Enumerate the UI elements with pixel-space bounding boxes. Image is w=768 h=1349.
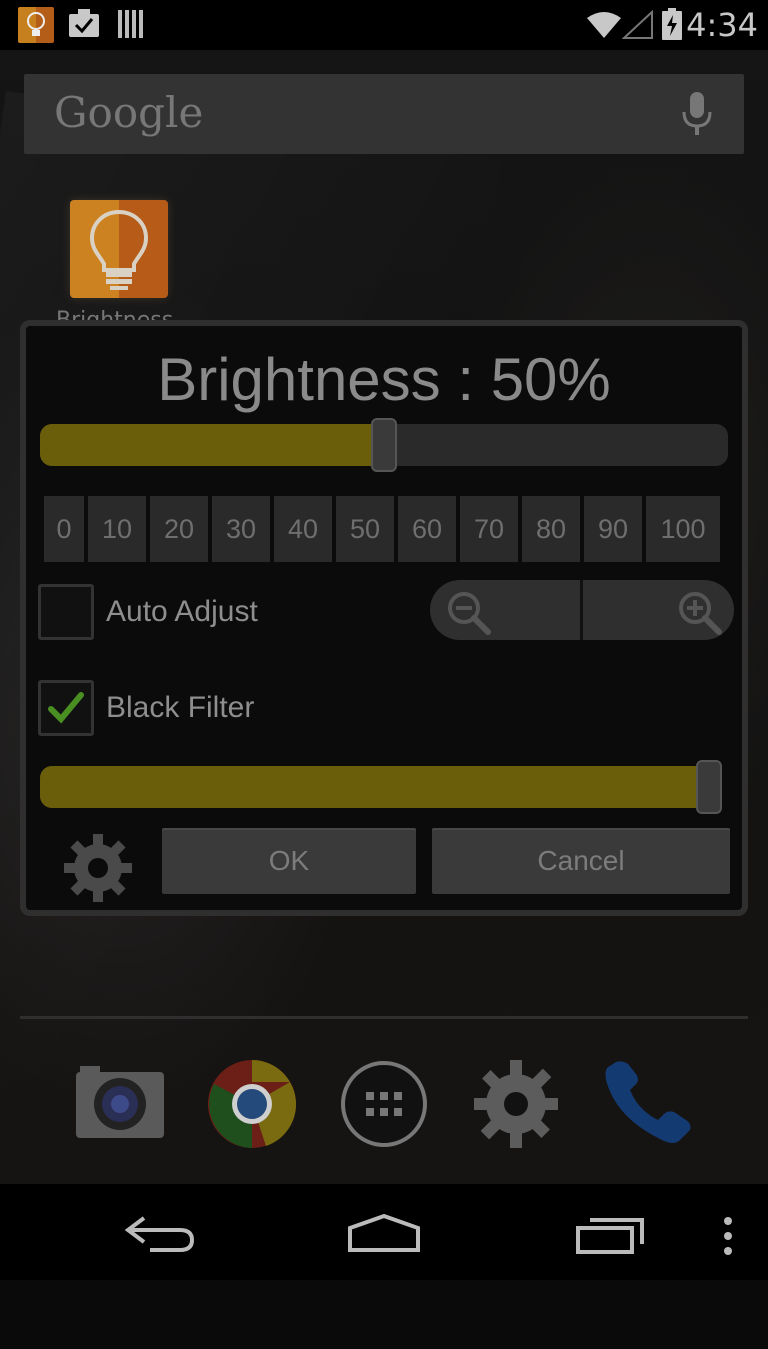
camera-icon[interactable] [74, 1064, 166, 1140]
navigation-bar [0, 1184, 768, 1280]
wifi-icon [587, 12, 621, 38]
mic-icon[interactable] [680, 92, 714, 136]
auto-adjust-label: Auto Adjust [106, 595, 258, 628]
barcode-icon [118, 10, 146, 38]
cancel-button[interactable]: Cancel [432, 828, 730, 894]
battery-charging-icon [662, 8, 682, 40]
quick-level-60-button[interactable]: 60 [398, 496, 456, 562]
chrome-icon[interactable] [206, 1058, 298, 1150]
status-time: 4:34 [686, 6, 758, 44]
brightness-slider-thumb[interactable] [371, 418, 397, 472]
google-search-bar[interactable]: Google [24, 74, 744, 154]
zoom-in-button[interactable] [583, 580, 733, 640]
google-logo: Google [54, 88, 204, 137]
settings-icon[interactable] [472, 1058, 560, 1150]
black-filter-label: Black Filter [106, 691, 255, 724]
phone-icon[interactable] [602, 1060, 694, 1146]
quick-level-10-button[interactable]: 10 [88, 496, 146, 562]
black-filter-slider-fill [40, 766, 709, 808]
zoom-in-icon [679, 592, 722, 635]
quick-level-90-button[interactable]: 90 [584, 496, 642, 562]
menu-icon[interactable] [720, 1216, 736, 1256]
quick-level-30-button[interactable]: 30 [212, 496, 270, 562]
lightbulb-icon [89, 209, 149, 290]
brightness-dialog: Brightness : 50% 0 10 20 30 40 50 60 70 80 90 100 … [20, 320, 748, 916]
back-icon[interactable] [122, 1214, 196, 1254]
zoom-button-group [430, 580, 734, 640]
ok-button[interactable]: OK [162, 828, 416, 894]
quick-level-20-button[interactable]: 20 [150, 496, 208, 562]
app-drawer-icon[interactable] [340, 1060, 428, 1148]
quick-level-100-button[interactable]: 100 [646, 496, 720, 562]
checklist-icon [69, 9, 99, 37]
brightness-app-icon[interactable] [70, 200, 168, 298]
zoom-out-icon [448, 592, 491, 635]
zoom-out-button[interactable] [430, 580, 580, 640]
quick-level-40-button[interactable]: 40 [274, 496, 332, 562]
dock-separator [20, 1016, 748, 1019]
quick-level-50-button[interactable]: 50 [336, 496, 394, 562]
recents-icon[interactable] [574, 1216, 646, 1256]
brightness-slider[interactable] [40, 418, 728, 472]
quick-level-0-button[interactable]: 0 [44, 496, 84, 562]
dialog-title: Brightness : 50% [157, 346, 611, 413]
home-icon[interactable] [346, 1214, 422, 1254]
signal-icon [622, 10, 653, 39]
quick-level-80-button[interactable]: 80 [522, 496, 580, 562]
black-filter-checkbox[interactable] [38, 680, 94, 736]
app-notification-icon [18, 7, 54, 43]
settings-gear-icon[interactable] [60, 830, 136, 906]
brightness-slider-fill [40, 424, 384, 466]
auto-adjust-checkbox[interactable] [38, 584, 94, 640]
checkmark-icon [48, 692, 84, 724]
quick-level-row: 0 10 20 30 40 50 60 70 80 90 100 [44, 496, 720, 562]
black-filter-slider-thumb[interactable] [696, 760, 722, 814]
black-filter-slider[interactable] [40, 760, 722, 814]
status-bar: 4:34 [0, 0, 768, 50]
quick-level-70-button[interactable]: 70 [460, 496, 518, 562]
